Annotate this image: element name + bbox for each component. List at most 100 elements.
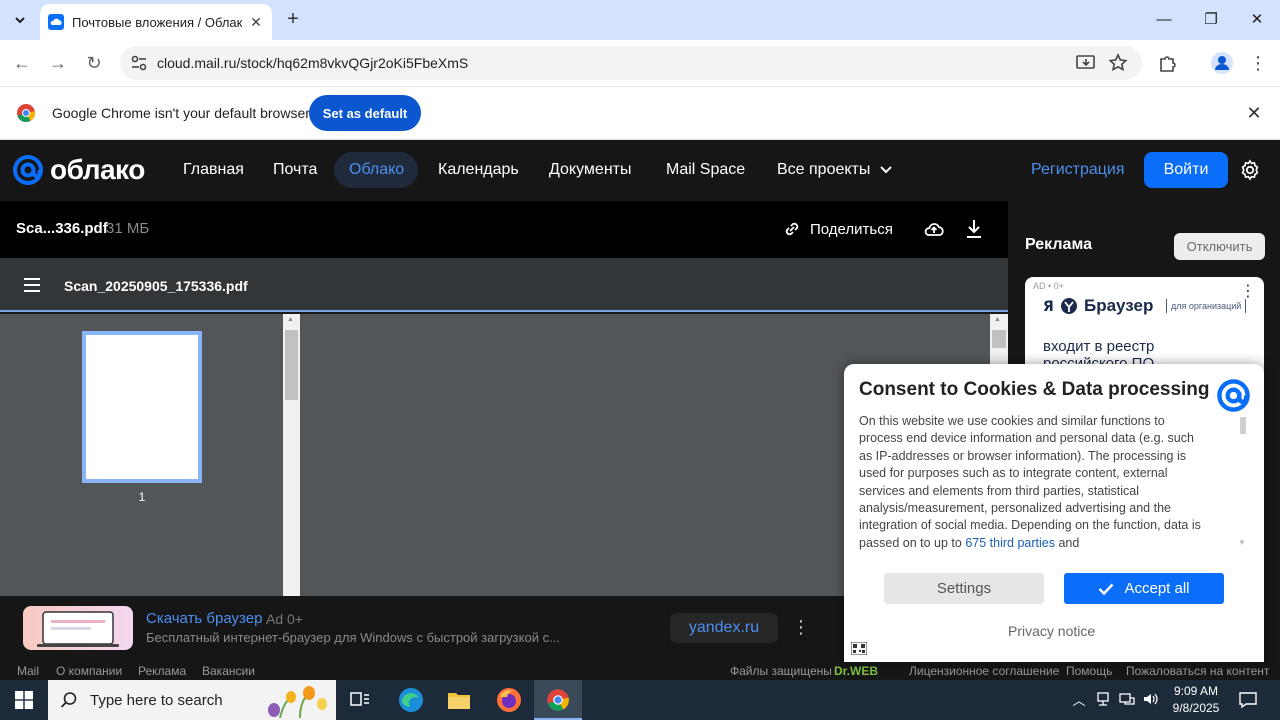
banner-image[interactable] <box>23 606 133 650</box>
browser-tab-active[interactable]: Почтовые вложения / Облако ✕ <box>40 4 272 40</box>
banner-domain-button[interactable]: yandex.ru <box>670 613 778 643</box>
reload-icon[interactable]: ↻ <box>82 51 106 75</box>
nav-cloud[interactable]: Облако <box>349 158 404 182</box>
window-close-icon[interactable]: ✕ <box>1243 8 1271 32</box>
cloud-favicon-icon <box>48 14 64 30</box>
back-arrow-icon[interactable]: ← <box>10 51 34 75</box>
tray-network-icon[interactable] <box>1095 691 1111 707</box>
banner-description: Бесплатный интернет-браузер для Windows … <box>146 630 560 645</box>
nav-mail[interactable]: Почта <box>273 158 317 182</box>
taskbar-clock-time[interactable]: 9:09 AM <box>1166 684 1226 698</box>
footer-link-ads[interactable]: Реклама <box>138 664 186 678</box>
registration-link[interactable]: Регистрация <box>1031 158 1125 182</box>
banner-kebab-icon[interactable]: ⋮ <box>792 617 810 639</box>
link-icon <box>785 222 799 236</box>
tab-search-chevron-icon[interactable] <box>8 8 32 32</box>
ad-card-line-1: входит в реестр <box>1043 338 1155 355</box>
footer-link-mail[interactable]: Mail <box>17 664 39 678</box>
footer-link-jobs[interactable]: Вакансии <box>202 664 255 678</box>
site-info-tune-icon[interactable] <box>128 52 150 74</box>
pdf-scroll-thumb[interactable] <box>992 330 1006 348</box>
firefox-icon[interactable] <box>487 682 531 718</box>
new-tab-plus-icon[interactable]: + <box>282 9 304 31</box>
mail-at-logo-icon <box>1217 379 1250 412</box>
consent-settings-button[interactable]: Settings <box>884 573 1044 604</box>
task-view-icon[interactable] <box>338 682 382 718</box>
tray-display-icon[interactable] <box>1119 691 1135 707</box>
footer-link-license[interactable]: Лицензионное соглашение <box>909 664 1059 678</box>
third-parties-link[interactable]: 675 third parties <box>965 536 1055 550</box>
search-icon <box>60 692 77 708</box>
privacy-notice-link[interactable]: Privacy notice <box>1008 623 1095 639</box>
tab-title: Почтовые вложения / Облако <box>72 14 242 30</box>
consent-scroll-thumb[interactable] <box>1240 417 1246 434</box>
consent-body: On this website we use cookies and simil… <box>859 414 1201 550</box>
consent-scroll-down-icon[interactable]: ▼ <box>1238 538 1246 547</box>
notifications-icon[interactable] <box>1238 690 1258 710</box>
infobar-message: Google Chrome isn't your default browser <box>52 105 310 121</box>
ad-card-brand: Я Браузер <box>1043 296 1154 315</box>
infobar-close-icon[interactable]: ✕ <box>1244 103 1264 123</box>
profile-avatar-icon[interactable] <box>1210 51 1234 75</box>
login-button[interactable]: Войти <box>1144 152 1228 188</box>
windows-logo-icon <box>15 691 33 709</box>
chevron-down-icon[interactable] <box>879 164 893 176</box>
hamburger-menu-icon[interactable] <box>22 275 42 295</box>
share-button[interactable]: Поделиться <box>782 218 893 240</box>
url-text[interactable]: cloud.mail.ru/stock/hq62m8vkvQGjr2oKi5Fb… <box>157 55 468 71</box>
window-minimize-icon[interactable]: — <box>1150 8 1178 32</box>
chrome-taskbar-icon <box>547 689 569 711</box>
pdf-title: Scan_20250905_175336.pdf <box>64 278 248 294</box>
file-explorer-icon[interactable] <box>437 682 481 718</box>
cloud-logo[interactable]: облако <box>12 154 145 186</box>
at-logo-icon <box>13 155 43 185</box>
footer-link-report[interactable]: Пожаловаться на контент <box>1126 664 1269 678</box>
footer-link-about[interactable]: О компании <box>56 664 122 678</box>
nav-documents[interactable]: Документы <box>549 158 631 182</box>
windows-start-button[interactable] <box>0 680 48 720</box>
window-restore-icon[interactable]: ❐ <box>1197 8 1225 32</box>
edge-browser-icon[interactable] <box>389 682 433 718</box>
gear-icon[interactable] <box>1238 158 1262 182</box>
banner-laptop-image <box>37 611 119 647</box>
extensions-puzzle-icon[interactable] <box>1156 51 1180 75</box>
bookmark-star-icon[interactable] <box>1106 51 1130 75</box>
tab-close-icon[interactable]: ✕ <box>248 14 264 31</box>
drweb-logo[interactable]: Dr.WEB <box>834 664 878 678</box>
banner-title[interactable]: Скачать браузер <box>146 610 262 627</box>
ad-heading: Реклама <box>1025 236 1092 253</box>
nav-mail-space[interactable]: Mail Space <box>666 158 745 182</box>
accept-all-button[interactable]: Accept all <box>1064 573 1224 604</box>
nav-all-projects[interactable]: Все проекты <box>777 158 870 182</box>
logo-text: облако <box>50 154 145 185</box>
file-name: Sca...336.pdf <box>16 220 108 237</box>
checkmark-icon <box>1099 583 1114 595</box>
scroll-up-arrow-icon[interactable]: ▲ <box>287 316 294 323</box>
install-app-icon[interactable] <box>1074 51 1098 75</box>
save-to-cloud-icon[interactable] <box>922 217 946 241</box>
consent-title: Consent to Cookies & Data processing <box>859 379 1210 400</box>
thumbnail-scroll-thumb[interactable] <box>285 330 298 400</box>
footer-protected-text: Файлы защищены <box>730 664 832 678</box>
svg-text:Я: Я <box>1043 299 1054 315</box>
nav-home[interactable]: Главная <box>183 158 244 182</box>
download-icon[interactable] <box>962 217 986 241</box>
ad-card-tag: AD • 0+ <box>1033 281 1064 291</box>
set-default-button[interactable]: Set as default <box>309 95 421 131</box>
tray-volume-icon[interactable] <box>1142 691 1158 707</box>
ad-card-org: для организаций <box>1166 299 1247 313</box>
nav-calendar[interactable]: Календарь <box>438 158 519 182</box>
qr-code-icon[interactable] <box>851 642 867 655</box>
disable-ads-button[interactable]: Отключить <box>1174 233 1265 260</box>
forward-arrow-icon[interactable]: → <box>46 51 70 75</box>
share-label: Поделиться <box>810 220 893 238</box>
taskbar-clock-date[interactable]: 9/8/2025 <box>1166 701 1226 715</box>
chrome-menu-kebab-icon[interactable]: ⋮ <box>1246 51 1270 75</box>
ad-card-kebab-icon[interactable]: ⋮ <box>1240 283 1256 301</box>
page-thumbnail[interactable] <box>82 331 202 483</box>
page-thumbnail-number: 1 <box>138 490 146 504</box>
yandex-logo-icon: Я <box>1043 298 1077 315</box>
tray-chevron-up-icon[interactable]: ︿ <box>1070 690 1088 708</box>
footer-link-help[interactable]: Помощь <box>1066 664 1112 678</box>
pdf-scroll-up-arrow-icon[interactable]: ▲ <box>994 316 1001 323</box>
